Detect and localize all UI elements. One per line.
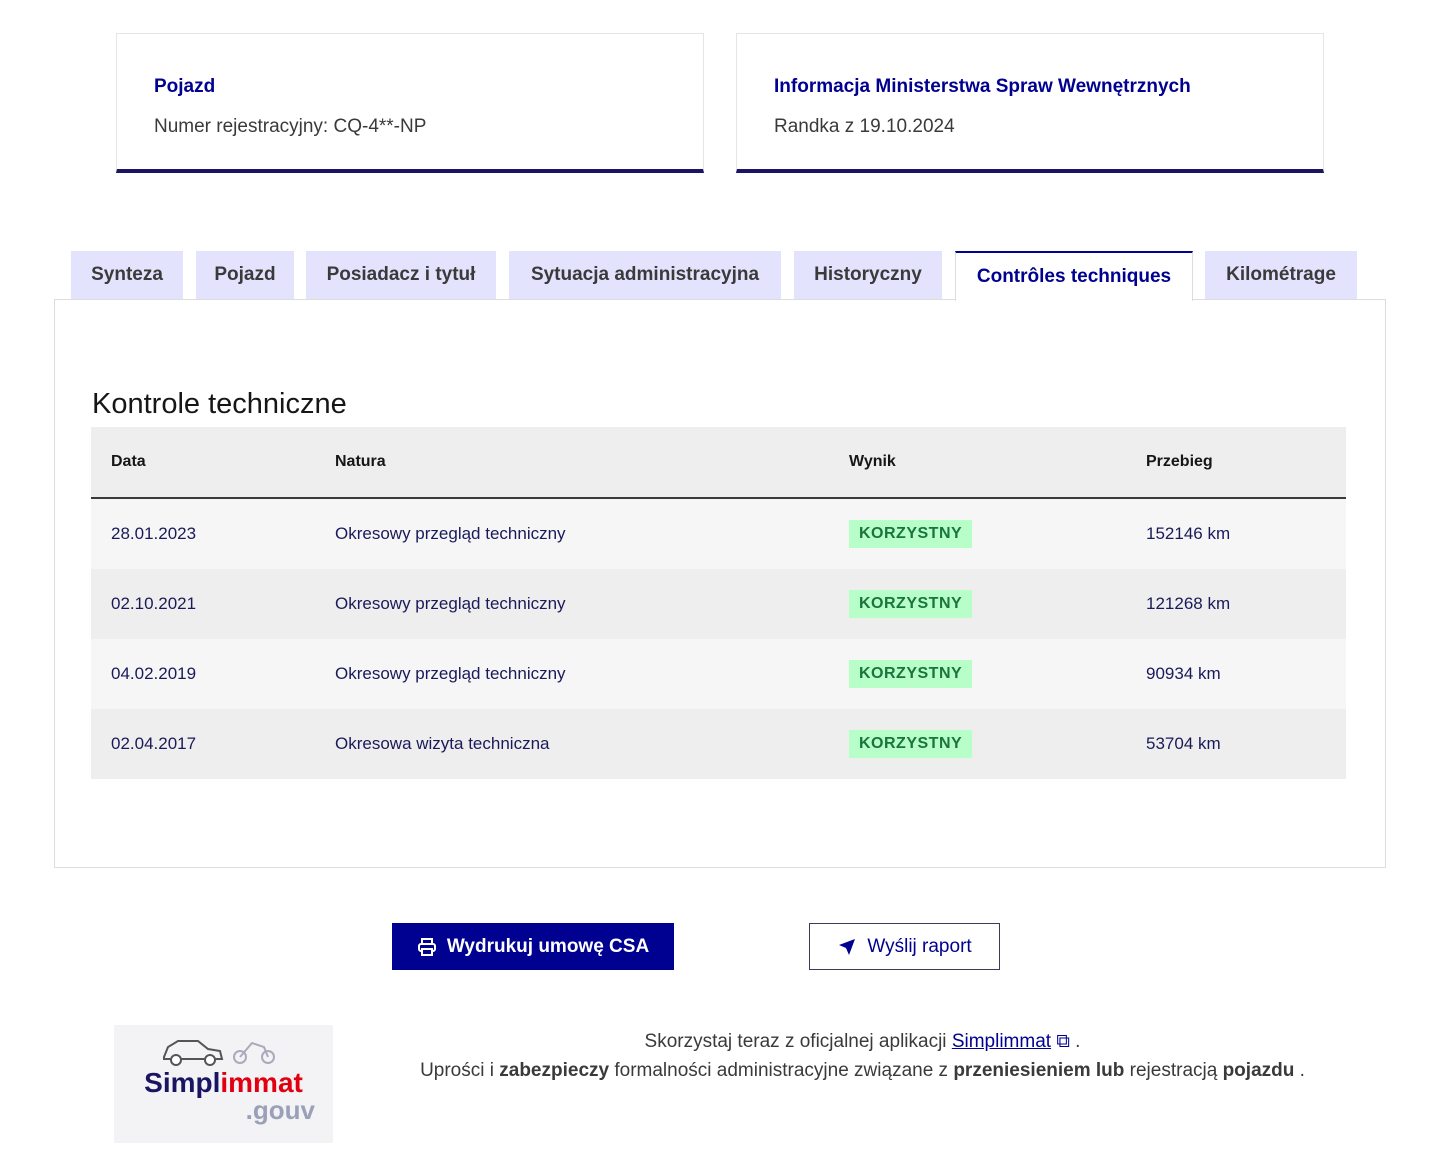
- tab-synteza[interactable]: Synteza: [71, 251, 183, 299]
- print-csa-button[interactable]: Wydrukuj umowę CSA: [392, 923, 674, 970]
- nature-cell: Okresowy przegląd techniczny: [335, 524, 566, 543]
- tab-sytuacja[interactable]: Sytuacja administracyjna: [509, 251, 781, 299]
- date-cell: 02.10.2021: [111, 594, 197, 613]
- mileage-cell: 152146 km: [1146, 524, 1231, 543]
- result-badge: KORZYSTNY: [849, 520, 973, 548]
- mileage-cell: 53704 km: [1146, 734, 1221, 753]
- result-badge: KORZYSTNY: [849, 660, 973, 688]
- simplimmat-link[interactable]: Simplimmat: [952, 1031, 1051, 1052]
- registration-number: Numer rejestracyjny: CQ-4**-NP: [154, 116, 427, 137]
- nature-cell: Okresowa wizyta techniczna: [335, 734, 550, 753]
- tab-historyczny[interactable]: Historyczny: [794, 251, 942, 299]
- card-title: Informacja Ministerstwa Spraw Wewnętrzny…: [774, 76, 1191, 97]
- table-header: Data Natura Wynik Przebieg: [91, 427, 1346, 499]
- table-row: 02.04.2017 Okresowa wizyta techniczna KORZ…: [91, 709, 1346, 779]
- mileage-cell: 121268 km: [1146, 594, 1231, 613]
- header-data: Data: [111, 453, 146, 470]
- logo-gouv: .gouv: [245, 1095, 315, 1125]
- tab-controles-techniques[interactable]: Contrôles techniques: [955, 251, 1193, 301]
- simplimmat-logo[interactable]: Simplimmat .gouv: [114, 1025, 333, 1143]
- nature-cell: Okresowy przegląd techniczny: [335, 664, 566, 683]
- table-row: 02.10.2021 Okresowy przegląd techniczny KO…: [91, 569, 1346, 639]
- section-title: Kontrole techniczne: [92, 388, 347, 420]
- car-moto-icon: [163, 1040, 275, 1066]
- printer-icon: [417, 937, 436, 956]
- table-row: 04.02.2019 Okresowy przegląd techniczny KO…: [91, 639, 1346, 709]
- header-wynik: Wynik: [849, 453, 896, 470]
- print-label: Wydrukuj umowę CSA: [446, 935, 650, 957]
- mileage-cell: 90934 km: [1146, 664, 1221, 683]
- send-icon: [839, 938, 856, 955]
- result-badge: KORZYSTNY: [849, 590, 973, 618]
- table-row: 28.01.2023 Okresowy przegląd techniczny KO…: [91, 499, 1346, 569]
- send-label: Wyślij raport: [867, 935, 972, 957]
- date-cell: 04.02.2019: [111, 664, 197, 683]
- vehicle-card: Pojazd Numer rejestracyjny: CQ-4**-NP: [116, 33, 704, 173]
- tab-kilometrage[interactable]: Kilométrage: [1205, 251, 1357, 299]
- tab-posiadacz[interactable]: Posiadacz i tytuł: [306, 251, 496, 299]
- external-link-icon: ⧉: [1051, 1031, 1070, 1052]
- header-natura: Natura: [335, 453, 386, 470]
- send-report-button[interactable]: Wyślij raport: [809, 923, 1000, 970]
- info-date: Randka z 19.10.2024: [774, 116, 955, 137]
- tab-pojazd[interactable]: Pojazd: [196, 251, 294, 299]
- promo-text: Skorzystaj teraz z oficjalnej aplikacji …: [420, 1031, 1305, 1081]
- inspections-table: Data Natura Wynik Przebieg 28.01.2023 Okr…: [91, 427, 1346, 779]
- date-cell: 02.04.2017: [111, 734, 197, 753]
- header-przebieg: Przebieg: [1146, 453, 1213, 470]
- date-cell: 28.01.2023: [111, 524, 197, 543]
- ministry-info-card: Informacja Ministerstwa Spraw Wewnętrzny…: [736, 33, 1324, 173]
- card-title: Pojazd: [154, 76, 216, 97]
- result-badge: KORZYSTNY: [849, 730, 973, 758]
- nature-cell: Okresowy przegląd techniczny: [335, 594, 566, 613]
